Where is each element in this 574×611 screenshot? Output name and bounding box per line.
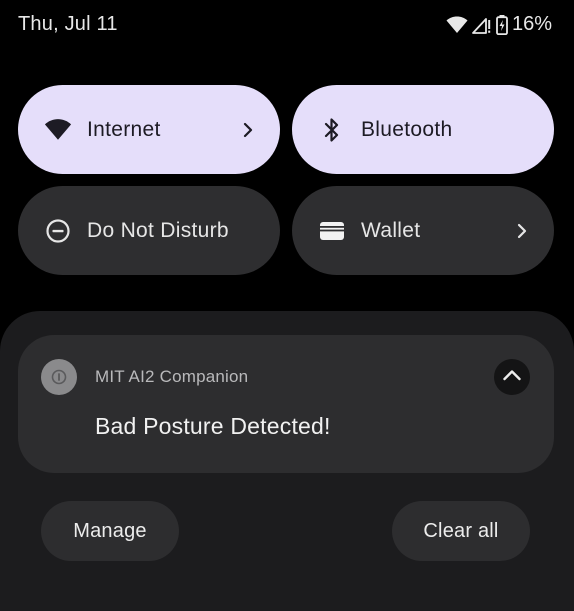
tile-internet[interactable]: Internet — [18, 85, 280, 174]
battery-percent: 16% — [511, 13, 552, 35]
do-not-disturb-icon — [44, 217, 72, 245]
tile-internet-label: Internet — [87, 117, 161, 141]
tile-wallet[interactable]: Wallet — [292, 186, 554, 275]
tile-do-not-disturb[interactable]: Do Not Disturb — [18, 186, 280, 275]
status-bar: Thu, Jul 11 16% — [0, 0, 574, 52]
tile-bluetooth[interactable]: Bluetooth — [292, 85, 554, 174]
chevron-up-icon — [502, 368, 522, 386]
chevron-right-icon — [514, 223, 530, 239]
expand-toggle-button[interactable] — [494, 359, 530, 395]
manage-button[interactable]: Manage — [41, 501, 179, 561]
bluetooth-icon — [318, 116, 346, 144]
clear-all-button[interactable]: Clear all — [392, 501, 530, 561]
tile-do-not-disturb-label: Do Not Disturb — [87, 218, 229, 242]
status-icons: 16% — [446, 13, 552, 36]
battery-charging-icon — [496, 14, 508, 35]
tile-bluetooth-label: Bluetooth — [361, 117, 453, 141]
wallet-icon — [318, 217, 346, 245]
notification-card[interactable]: MIT AI2 Companion Bad Posture Detected! — [18, 335, 554, 473]
notification-app-name: MIT AI2 Companion — [95, 367, 249, 386]
info-icon — [41, 359, 77, 395]
chevron-right-icon — [240, 122, 256, 138]
notification-title: Bad Posture Detected! — [95, 413, 331, 439]
tile-wallet-label: Wallet — [361, 218, 421, 242]
wifi-icon — [44, 116, 72, 144]
status-date: Thu, Jul 11 — [18, 13, 118, 35]
cellular-signal-icon — [472, 16, 492, 34]
wifi-icon — [446, 16, 468, 34]
